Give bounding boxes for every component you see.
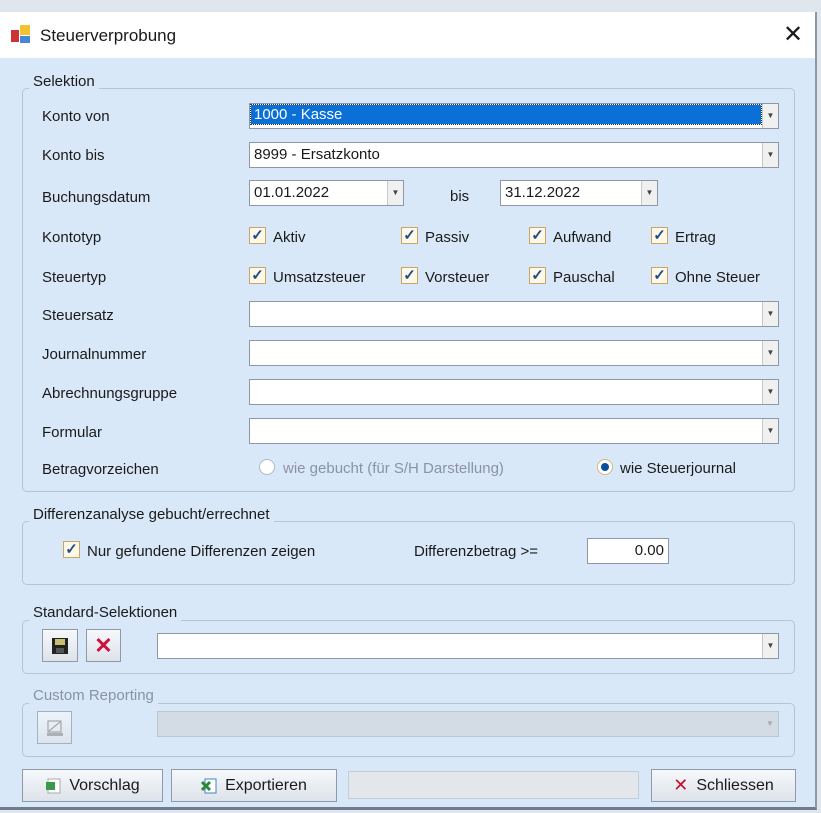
custom-report-combo[interactable]: ▼ (157, 711, 779, 737)
floppy-disk-icon (52, 637, 68, 654)
dialog-window: Steuerverprobung ✕ Selektion Konto von 1… (0, 12, 817, 810)
date-to-value: 31.12.2022 (505, 184, 581, 201)
wie-steuerjournal-label: wie Steuerjournal (620, 460, 736, 477)
chevron-down-icon[interactable]: ▼ (762, 341, 778, 365)
chevron-down-icon[interactable]: ▼ (762, 302, 778, 326)
chevron-down-icon[interactable]: ▼ (762, 712, 778, 736)
date-from-value: 01.01.2022 (254, 184, 330, 201)
date-to-picker[interactable]: 31.12.2022 ▼ (500, 180, 658, 206)
chevron-down-icon[interactable]: ▼ (762, 143, 778, 167)
exportieren-label: Exportieren (225, 776, 307, 794)
kontotyp-passiv-checkbox[interactable]: ✓ (401, 227, 418, 244)
schliessen-label: Schliessen (696, 776, 774, 794)
konto-von-combo[interactable]: 1000 - Kasse ▼ (249, 103, 779, 129)
differenzbetrag-label: Differenzbetrag >= (414, 543, 538, 560)
konto-von-label: Konto von (42, 108, 110, 125)
report-icon (46, 720, 63, 736)
formular-combo[interactable]: ▼ (249, 418, 779, 444)
bis-label: bis (450, 188, 470, 205)
vorschlag-button[interactable]: Vorschlag (22, 769, 163, 802)
steuertyp-ohne-steuer-checkbox[interactable]: ✓ (651, 267, 668, 284)
abrechnungsgruppe-combo[interactable]: ▼ (249, 379, 779, 405)
kontotyp-aktiv-checkbox[interactable]: ✓ (249, 227, 266, 244)
steuersatz-label: Steuersatz (42, 307, 114, 324)
custom-legend: Custom Reporting (29, 687, 158, 704)
kontotyp-ertrag-label: Ertrag (675, 229, 716, 246)
delete-x-icon: ✕ (94, 632, 113, 658)
close-x-icon: ✕ (673, 775, 689, 795)
custom-report-button[interactable] (37, 711, 72, 744)
exportieren-button[interactable]: Exportieren (171, 769, 337, 802)
kontotyp-passiv-label: Passiv (425, 229, 470, 246)
title-bar: Steuerverprobung ✕ (0, 12, 815, 58)
save-selection-button[interactable] (42, 629, 78, 662)
steuertyp-umsatzsteuer-checkbox[interactable]: ✓ (249, 267, 266, 284)
steuertyp-vorsteuer-label: Vorsteuer (425, 269, 490, 286)
abrechnungsgruppe-label: Abrechnungsgruppe (42, 385, 178, 402)
nur-differenzen-label: Nur gefundene Differenzen zeigen (87, 543, 316, 560)
app-icon (11, 25, 30, 43)
steuertyp-pauschal-checkbox[interactable]: ✓ (529, 267, 546, 284)
chevron-down-icon[interactable]: ▼ (387, 181, 403, 205)
differenz-legend: Differenzanalyse gebucht/errechnet (29, 506, 274, 523)
standard-legend: Standard-Selektionen (29, 604, 182, 621)
steuertyp-ohne-steuer-label: Ohne Steuer (675, 269, 761, 286)
buchungsdatum-label: Buchungsdatum (42, 189, 151, 206)
wie-steuerjournal-radio[interactable] (597, 459, 613, 475)
standard-selection-combo[interactable]: ▼ (157, 633, 779, 659)
konto-bis-value: 8999 - Ersatzkonto (254, 146, 380, 163)
konto-bis-label: Konto bis (42, 147, 105, 164)
vorschlag-label: Vorschlag (69, 776, 140, 794)
delete-selection-button[interactable]: ✕ (86, 629, 121, 662)
steuertyp-umsatzsteuer-label: Umsatzsteuer (273, 269, 366, 286)
progress-field (348, 771, 639, 799)
wie-gebucht-radio[interactable] (259, 459, 275, 475)
steuertyp-vorsteuer-checkbox[interactable]: ✓ (401, 267, 418, 284)
window-title: Steuerverprobung (40, 26, 177, 45)
kontotyp-aufwand-checkbox[interactable]: ✓ (529, 227, 546, 244)
selektion-legend: Selektion (29, 73, 99, 90)
chevron-down-icon[interactable]: ▼ (762, 419, 778, 443)
steuertyp-pauschal-label: Pauschal (553, 269, 615, 286)
close-icon[interactable]: ✕ (778, 20, 808, 49)
chevron-down-icon[interactable]: ▼ (762, 634, 778, 658)
betragvorzeichen-label: Betragvorzeichen (42, 461, 159, 478)
chevron-down-icon[interactable]: ▼ (762, 104, 778, 128)
schliessen-button[interactable]: ✕ Schliessen (651, 769, 796, 802)
chevron-down-icon[interactable]: ▼ (641, 181, 657, 205)
konto-bis-combo[interactable]: 8999 - Ersatzkonto ▼ (249, 142, 779, 168)
konto-von-value: 1000 - Kasse (250, 104, 762, 125)
kontotyp-label: Kontotyp (42, 229, 102, 246)
differenzbetrag-input[interactable]: 0.00 (587, 538, 669, 564)
date-from-picker[interactable]: 01.01.2022 ▼ (249, 180, 404, 206)
wie-gebucht-label: wie gebucht (für S/H Darstellung) (283, 460, 504, 477)
excel-sheet-icon (46, 778, 61, 793)
journalnummer-label: Journalnummer (42, 346, 147, 363)
steuersatz-combo[interactable]: ▼ (249, 301, 779, 327)
formular-label: Formular (42, 424, 103, 441)
excel-export-icon (201, 778, 217, 793)
kontotyp-ertrag-checkbox[interactable]: ✓ (651, 227, 668, 244)
kontotyp-aufwand-label: Aufwand (553, 229, 612, 246)
journalnummer-combo[interactable]: ▼ (249, 340, 779, 366)
nur-differenzen-checkbox[interactable]: ✓ (63, 541, 80, 558)
steuertyp-label: Steuertyp (42, 269, 107, 286)
kontotyp-aktiv-label: Aktiv (273, 229, 306, 246)
chevron-down-icon[interactable]: ▼ (762, 380, 778, 404)
